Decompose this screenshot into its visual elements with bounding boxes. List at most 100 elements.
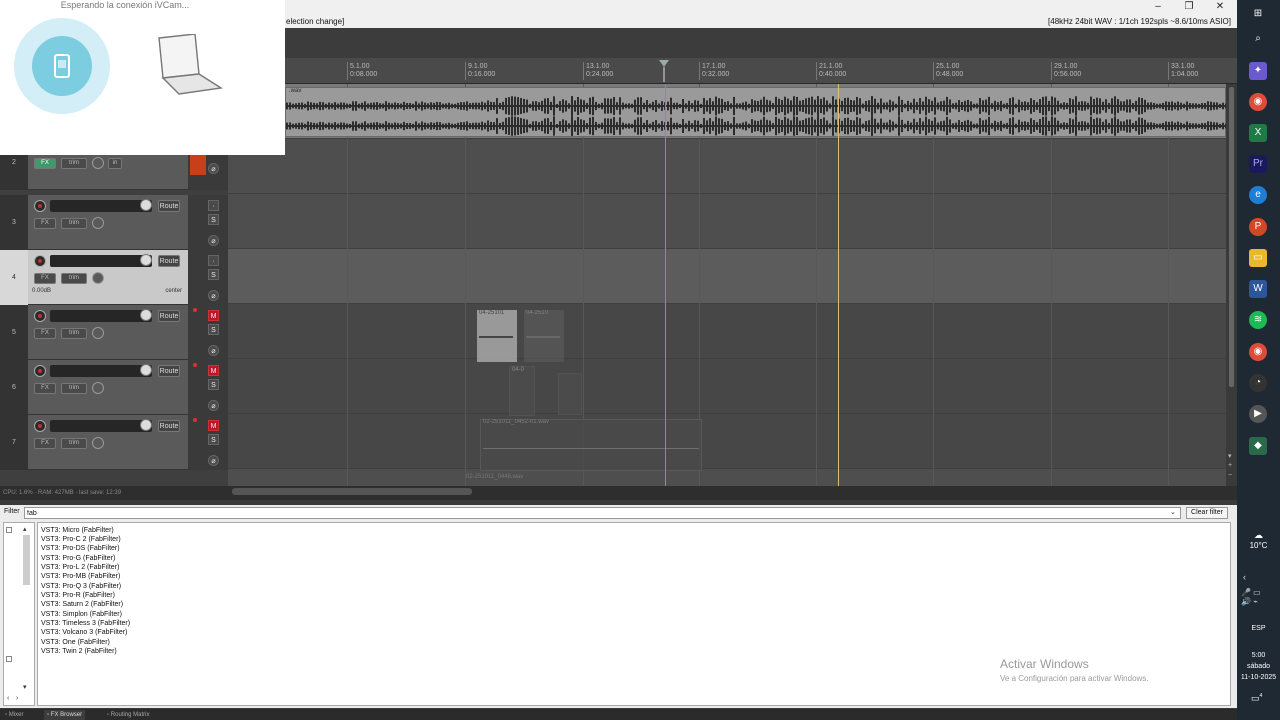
scroll-left-icon[interactable]: ‹ (7, 695, 9, 702)
list-item[interactable]: VST3: Pro-Q 3 (FabFilter) (41, 582, 121, 591)
solo-button[interactable]: S (208, 269, 219, 280)
horizontal-scrollbar[interactable] (232, 488, 472, 495)
tab-mixer[interactable]: ▫ Mixer (2, 710, 26, 720)
playhead-marker-icon[interactable] (658, 60, 670, 82)
audio-item[interactable]: 04-0 (509, 366, 535, 416)
track-body[interactable]: Route FX trim (28, 415, 188, 470)
file-explorer-icon[interactable]: ▭ (1249, 249, 1267, 267)
track-name-field[interactable] (50, 420, 152, 432)
track-lane[interactable] (228, 414, 1226, 469)
list-item[interactable]: VST3: Simplon (FabFilter) (41, 610, 122, 619)
list-item[interactable]: VST3: One (FabFilter) (41, 638, 110, 647)
pan-knob[interactable] (92, 382, 104, 394)
scroll-up-icon[interactable]: ▴ (23, 525, 27, 533)
list-item[interactable]: VST3: Twin 2 (FabFilter) (41, 647, 117, 656)
mute-button[interactable]: M (208, 310, 219, 321)
audio-item[interactable]: 04-25101 (477, 310, 517, 362)
list-item[interactable]: VST3: Saturn 2 (FabFilter) (41, 600, 123, 609)
track-lane[interactable] (228, 139, 1226, 194)
track-lane[interactable] (228, 359, 1226, 414)
chevron-down-icon[interactable]: ⌄ (1170, 508, 1176, 516)
phase-icon[interactable]: ⌀ (208, 345, 219, 356)
track-header[interactable]: 3 Route FX trim · S ⌀ (0, 195, 228, 250)
track-lane[interactable] (228, 194, 1226, 249)
pan-knob[interactable] (92, 437, 104, 449)
phase-icon[interactable]: ⌀ (208, 235, 219, 246)
list-item[interactable]: VST3: Pro-MB (FabFilter) (41, 572, 120, 581)
pan-knob[interactable] (92, 217, 104, 229)
scroll-down-icon[interactable]: ▾ (1228, 452, 1232, 460)
fx-button[interactable]: FX (34, 328, 56, 339)
trim-button[interactable]: trim (61, 273, 87, 284)
list-item[interactable]: VST3: Volcano 3 (FabFilter) (41, 628, 127, 637)
checkbox-icon[interactable] (6, 656, 12, 662)
track-lane[interactable] (228, 304, 1226, 359)
powerpoint-icon[interactable]: P (1249, 218, 1267, 236)
arrange-view[interactable]: .wav 04-25101 04-2510 04-0 02-251011_045… (228, 84, 1226, 486)
minimize-icon[interactable]: – (1143, 0, 1173, 14)
track-name-field[interactable] (50, 365, 152, 377)
zoom-in-icon[interactable]: + (1228, 462, 1232, 469)
track-body[interactable]: FX trim in (28, 155, 188, 190)
phase-icon[interactable]: ⌀ (208, 290, 219, 301)
track-body[interactable]: Route FX trim (28, 195, 188, 250)
audio-item[interactable]: 02-251011_0452-01.wav (480, 419, 702, 471)
chrome-profile-icon[interactable]: ◉ (1249, 343, 1267, 361)
trim-button[interactable]: trim (61, 218, 87, 229)
pan-knob[interactable] (92, 157, 104, 169)
clock[interactable]: 5:00 sábado 11-10-2025 (1237, 650, 1280, 683)
route-button[interactable]: Route (158, 200, 180, 212)
edge-icon[interactable]: e (1249, 186, 1267, 204)
clear-filter-button[interactable]: Clear filter (1186, 507, 1228, 519)
zoom-out-icon[interactable]: − (1228, 472, 1232, 479)
premiere-icon[interactable]: Pr (1249, 155, 1267, 173)
list-item[interactable]: VST3: Timeless 3 (FabFilter) (41, 619, 130, 628)
record-arm-button[interactable] (34, 365, 46, 377)
track-body[interactable]: Route FX trim (28, 305, 188, 360)
app-icon[interactable]: ◔ (1249, 374, 1267, 392)
list-item[interactable]: VST3: Micro (FabFilter) (41, 526, 114, 535)
media-player-icon[interactable]: ▶ (1249, 405, 1267, 423)
track-name-field[interactable] (50, 200, 152, 212)
language-indicator[interactable]: ESP (1237, 625, 1280, 632)
trim-button[interactable]: trim (61, 328, 87, 339)
track-header-selected[interactable]: 4 Route FX trim 0.00dB center · S ⌀ (0, 250, 228, 305)
volume-knob[interactable] (140, 309, 152, 321)
record-arm-button[interactable] (34, 200, 46, 212)
list-item[interactable]: VST3: Pro-G (FabFilter) (41, 554, 115, 563)
scroll-right-icon[interactable]: › (16, 695, 18, 702)
track-header[interactable]: 6 Route FX trim M S ⌀ (0, 360, 228, 415)
list-item[interactable]: VST3: Pro-C 2 (FabFilter) (41, 535, 121, 544)
fx-button[interactable]: FX (34, 438, 56, 449)
excel-icon[interactable]: X (1249, 124, 1267, 142)
volume-knob[interactable] (140, 364, 152, 376)
scroll-down-icon[interactable]: ▾ (23, 683, 27, 691)
list-item[interactable]: VST3: Pro-DS (FabFilter) (41, 544, 120, 553)
mute-button[interactable]: M (208, 365, 219, 376)
tab-fx-browser[interactable]: ▫ FX Browser (44, 710, 86, 720)
spotify-icon[interactable]: ≋ (1249, 311, 1267, 329)
volume-knob[interactable] (140, 254, 152, 266)
tray-icons[interactable]: 🎤 ▭ 🔊 ⌁ (1241, 588, 1261, 606)
search-icon[interactable]: ⌕ (1249, 30, 1267, 48)
pan-knob[interactable] (92, 272, 104, 284)
volume-knob[interactable] (140, 419, 152, 431)
fx-folder-tree[interactable]: ▴ ▾ ‹ › (3, 522, 35, 706)
solo-button[interactable]: S (208, 379, 219, 390)
copilot-icon[interactable]: ✦ (1249, 62, 1267, 80)
solo-button[interactable]: S (208, 214, 219, 225)
track-header[interactable]: 7 Route FX trim M S ⌀ (0, 415, 228, 470)
track-body[interactable]: Route FX trim 0.00dB center (28, 250, 188, 305)
record-arm-button[interactable] (34, 310, 46, 322)
fx-button[interactable]: FX (34, 273, 56, 284)
vertical-scrollbar[interactable]: ▾ + − (1226, 84, 1237, 486)
route-button[interactable]: Route (158, 365, 180, 377)
trim-button[interactable]: trim (61, 383, 87, 394)
reaper-icon[interactable]: ◆ (1249, 437, 1267, 455)
timeline-ruler[interactable]: 5.1.00 0:08.000 9.1.00 0:16.000 13.1.00 0:2… (285, 58, 1237, 84)
route-button[interactable]: Route (158, 310, 180, 322)
notification-icon[interactable]: ▭4 (1251, 693, 1262, 704)
weather-widget[interactable]: ☁ 10°C (1237, 530, 1280, 550)
list-item[interactable]: VST3: Pro-L 2 (FabFilter) (41, 563, 119, 572)
restore-icon[interactable]: ❐ (1174, 0, 1204, 14)
